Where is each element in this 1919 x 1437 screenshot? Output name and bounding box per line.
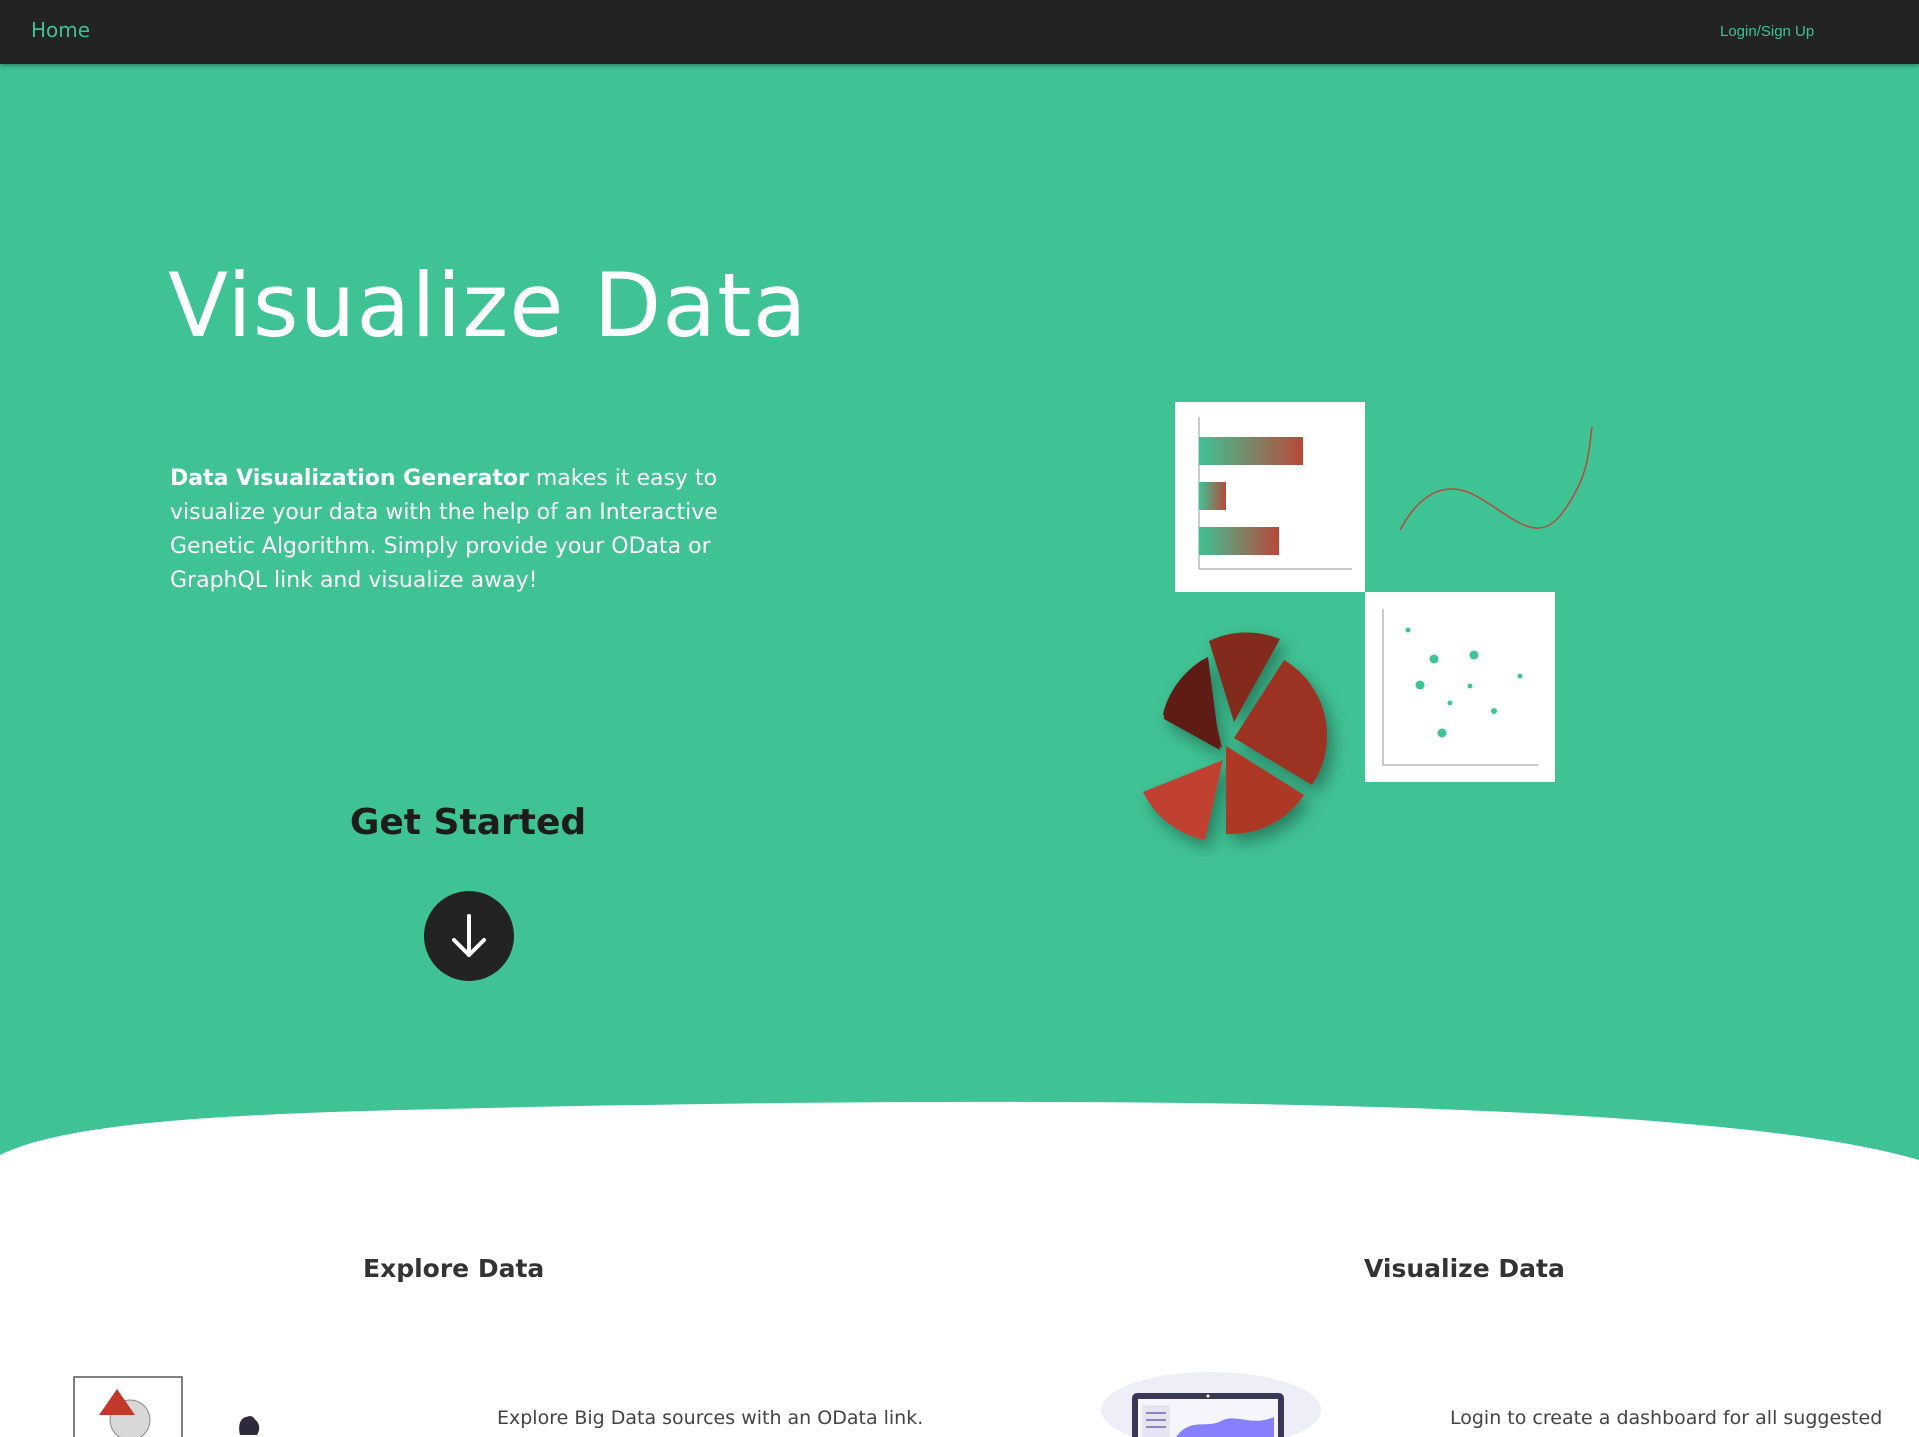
top-navbar: Home Login/Sign Up	[0, 0, 1919, 64]
explore-data-illustration	[73, 1376, 260, 1437]
data-charts-illustration	[1143, 402, 1593, 840]
page: Home Login/Sign Up Visualize Data Data V…	[0, 0, 1919, 1437]
nav-login-signup-link[interactable]: Login/Sign Up	[1720, 23, 1814, 40]
hero-bottom-wave	[0, 1100, 1919, 1200]
nav-home-link[interactable]: Home	[31, 18, 90, 42]
hero-description-brand: Data Visualization Generator	[170, 466, 529, 491]
explore-data-text: Explore Big Data sources with an OData l…	[497, 1407, 924, 1429]
visualize-data-heading: Visualize Data	[1364, 1254, 1565, 1283]
bar-chart-card-illustration	[1175, 402, 1365, 592]
scroll-down-button[interactable]	[424, 891, 514, 981]
arrow-down-icon	[452, 914, 486, 957]
get-started-heading: Get Started	[349, 802, 587, 843]
pie-chart-illustration	[1143, 632, 1328, 840]
explore-data-heading: Explore Data	[363, 1254, 545, 1283]
hero-description: Data Visualization Generator makes it ea…	[170, 462, 770, 598]
hero-section: Visualize Data Data Visualization Genera…	[0, 64, 1919, 1174]
line-chart-illustration	[1399, 426, 1593, 531]
hero-title: Visualize Data	[168, 254, 808, 357]
visualize-data-text: Login to create a dashboard for all sugg…	[1450, 1407, 1883, 1429]
scatter-chart-card-illustration	[1365, 592, 1555, 782]
visualize-data-illustration	[1101, 1372, 1321, 1437]
